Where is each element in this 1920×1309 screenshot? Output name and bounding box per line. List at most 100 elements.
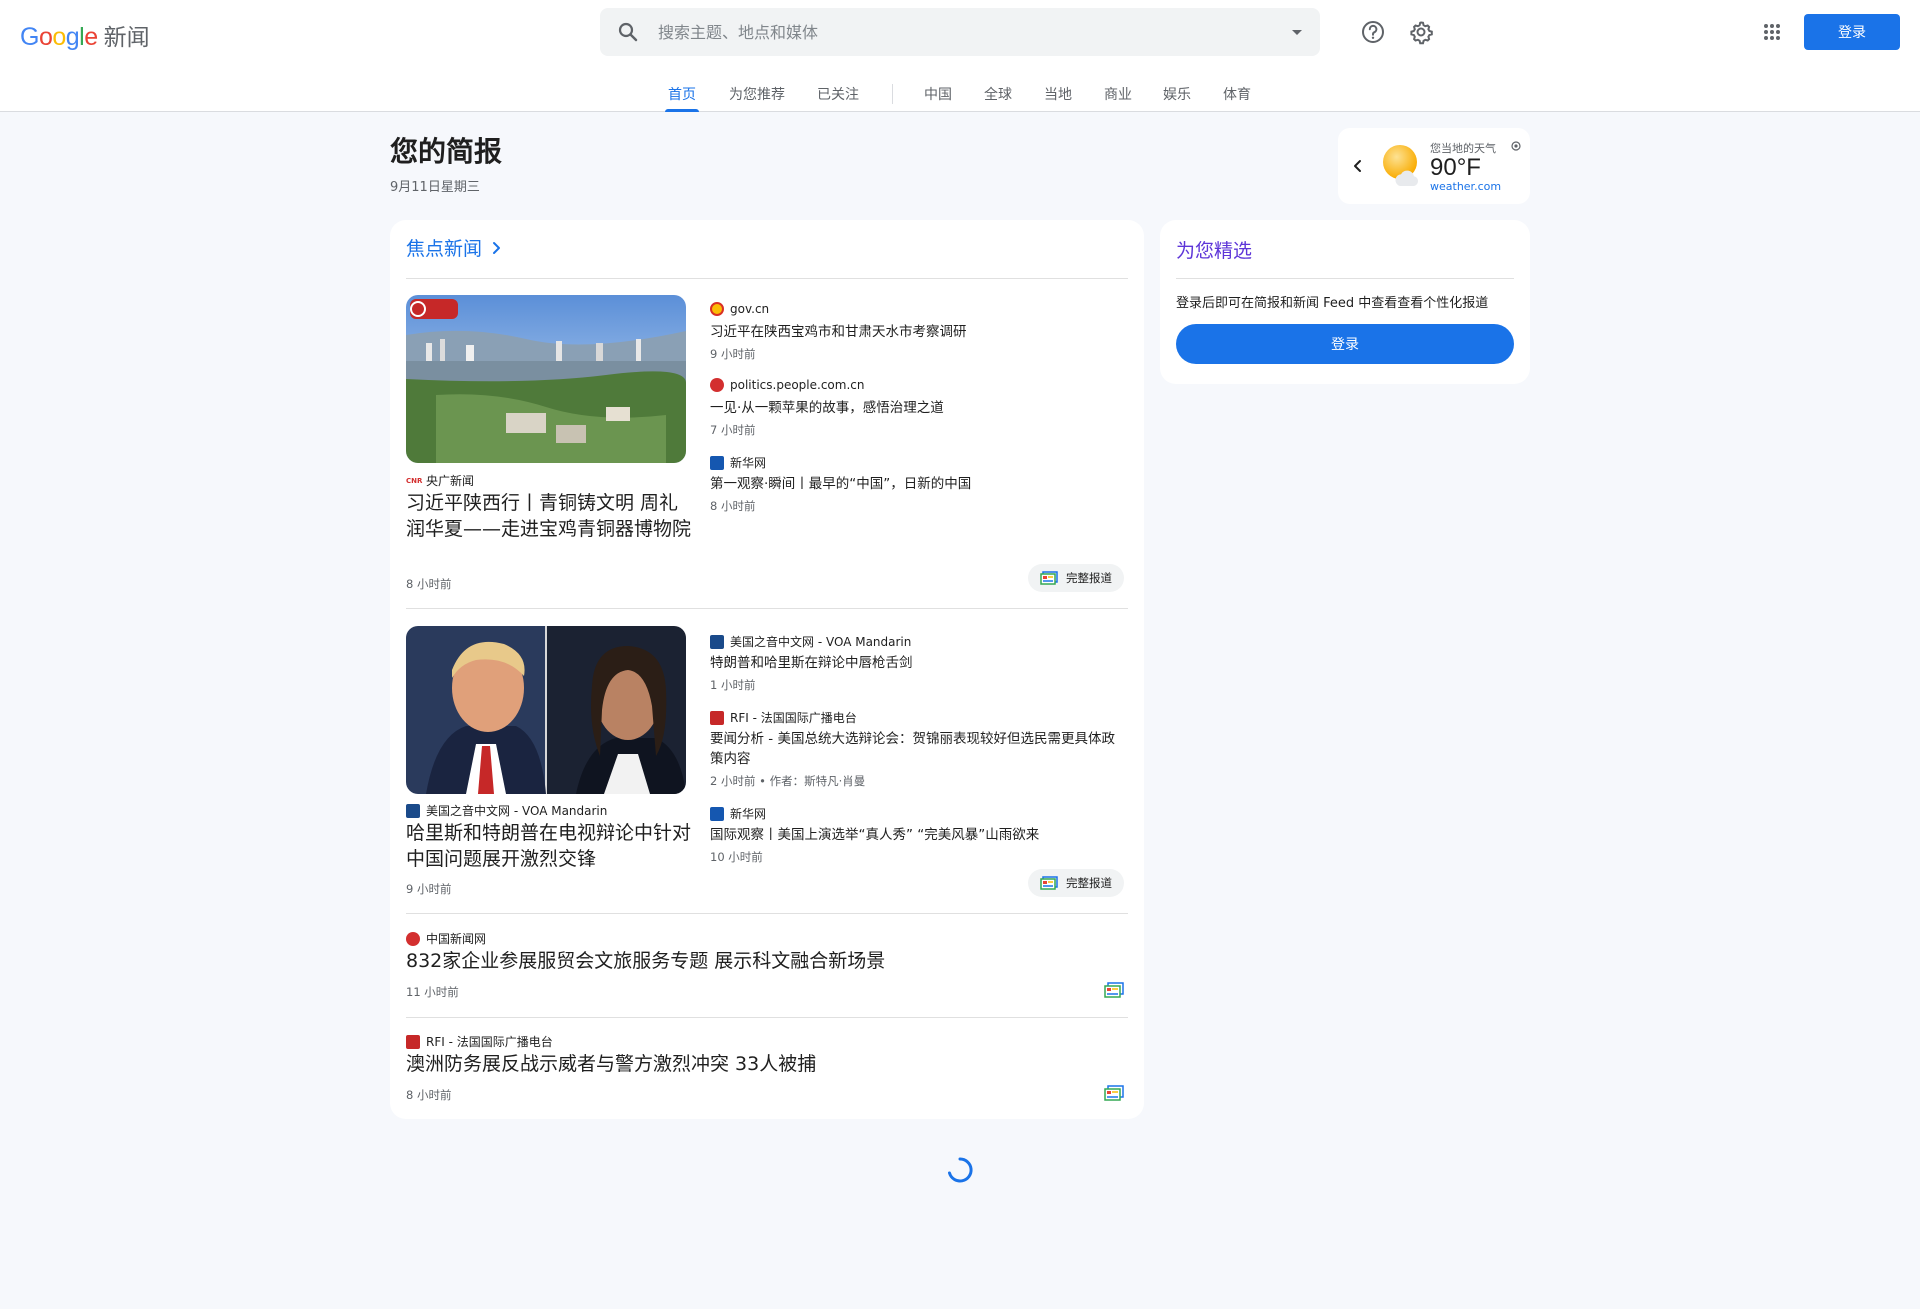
search-input[interactable] xyxy=(658,22,1258,42)
weather-temperature: 90°F xyxy=(1430,154,1481,181)
related-headline[interactable]: 习近平在陕西宝鸡市和甘肃天水市考察调研 xyxy=(710,322,1128,342)
story-headline[interactable]: 832家企业参展服贸会文旅服务专题 展示科文融合新场景 xyxy=(406,948,1086,974)
source-name: 美国之音中文网 - VOA Mandarin xyxy=(426,804,608,818)
chevron-left-icon[interactable] xyxy=(1350,156,1366,176)
settings-gear-icon[interactable] xyxy=(1407,18,1435,46)
related-headline[interactable]: 国际观察丨美国上演选举“真人秀” “完美风暴”山雨欲来 xyxy=(710,825,1128,845)
divider xyxy=(1176,278,1514,279)
tab-home[interactable]: 首页 xyxy=(665,84,699,112)
top-stories-card: 焦点新闻 CNR 央广新闻 习近平陕西行丨青铜铸文明 周礼润华夏——走进宝鸡青铜… xyxy=(390,220,1144,1119)
voa-logo-icon xyxy=(406,803,420,818)
picks-heading: 为您精选 xyxy=(1176,240,1253,262)
xinhua-logo-icon xyxy=(710,806,724,821)
story-time: 8 小时前 xyxy=(406,577,452,591)
rfi-logo-icon xyxy=(406,1034,420,1049)
search-dropdown-icon[interactable] xyxy=(1292,30,1302,35)
tab-following[interactable]: 已关注 xyxy=(817,84,859,112)
story-headline[interactable]: 澳洲防务展反战示威者与警方激烈冲突 33人被捕 xyxy=(406,1051,1086,1077)
tab-for-you[interactable]: 为您推荐 xyxy=(729,84,785,112)
chinanews-logo-icon xyxy=(406,931,420,946)
full-coverage-icon[interactable] xyxy=(1104,982,1124,998)
tab-local[interactable]: 当地 xyxy=(1044,84,1072,112)
location-icon xyxy=(1511,141,1521,151)
story-time: 11 小时前 xyxy=(406,985,459,999)
google-news-logo[interactable]: Google 新闻 xyxy=(20,18,150,51)
top-stories-heading[interactable]: 焦点新闻 xyxy=(406,234,504,261)
related-headline[interactable]: 特朗普和哈里斯在辩论中唇枪舌剑 xyxy=(710,653,1128,673)
related-source: gov.cn xyxy=(710,302,769,316)
rfi-logo-icon xyxy=(710,710,724,725)
story-source: 美国之音中文网 - VOA Mandarin xyxy=(406,802,607,819)
tab-china[interactable]: 中国 xyxy=(924,84,952,112)
chevron-right-icon xyxy=(493,241,501,254)
tab-entertainment[interactable]: 娱乐 xyxy=(1163,84,1191,112)
related-source: 新华网 xyxy=(710,454,766,471)
picks-for-you-card: 为您精选 登录后即可在简报和新闻 Feed 中查看查看个性化报道 登录 xyxy=(1160,220,1530,384)
logo-news-text: 新闻 xyxy=(103,24,150,50)
tab-divider xyxy=(892,84,893,104)
voa-logo-icon xyxy=(710,634,724,649)
full-coverage-button[interactable]: 完整报道 xyxy=(1028,564,1124,592)
sunny-weather-icon xyxy=(1383,145,1419,186)
top-bar: Google 新闻 登录 首页 为您推荐 已关注 中国 全球 当地 商业 娱乐 … xyxy=(0,0,1920,112)
story-headline[interactable]: 习近平陕西行丨青铜铸文明 周礼润华夏——走进宝鸡青铜器博物院 xyxy=(406,490,692,542)
source-name: gov.cn xyxy=(730,302,770,316)
search-bar[interactable] xyxy=(600,8,1320,56)
source-name: 美国之音中文网 - VOA Mandarin xyxy=(730,635,912,649)
related-source: 美国之音中文网 - VOA Mandarin xyxy=(710,633,911,650)
xinhua-logo-icon xyxy=(710,455,724,470)
related-headline[interactable]: 一见·从一颗苹果的故事，感悟治理之道 xyxy=(710,398,1128,418)
source-name: RFI - 法国国际广播电台 xyxy=(730,711,857,725)
divider xyxy=(406,278,1128,279)
story-source: CNR 央广新闻 xyxy=(406,472,474,489)
story-headline[interactable]: 哈里斯和特朗普在电视辩论中针对中国问题展开激烈交锋 xyxy=(406,820,692,872)
divider xyxy=(406,608,1128,609)
help-icon[interactable] xyxy=(1359,18,1387,46)
full-coverage-label: 完整报道 xyxy=(1066,876,1112,890)
story-source: RFI - 法国国际广播电台 xyxy=(406,1033,553,1050)
tab-sports[interactable]: 体育 xyxy=(1223,84,1251,112)
related-source: politics.people.com.cn xyxy=(710,378,864,392)
briefing-title: 您的简报 xyxy=(390,135,503,168)
loading-spinner-icon xyxy=(948,1157,973,1183)
briefing-date: 9月11日星期三 xyxy=(390,180,480,195)
full-coverage-icon xyxy=(1040,571,1058,585)
related-time: 10 小时前 xyxy=(710,850,763,864)
full-coverage-icon xyxy=(1040,876,1058,890)
source-name: politics.people.com.cn xyxy=(730,378,865,392)
divider xyxy=(406,913,1128,914)
related-time: 1 小时前 xyxy=(710,678,756,692)
story-thumbnail-debate[interactable] xyxy=(406,626,686,794)
weather-source-link[interactable]: weather.com xyxy=(1430,180,1501,193)
people-daily-logo-icon xyxy=(710,378,724,392)
tab-business[interactable]: 商业 xyxy=(1104,84,1132,112)
related-source: RFI - 法国国际广播电台 xyxy=(710,709,857,726)
sign-in-button[interactable]: 登录 xyxy=(1804,14,1900,50)
tab-world[interactable]: 全球 xyxy=(984,84,1012,112)
full-coverage-label: 完整报道 xyxy=(1066,571,1112,585)
source-name: 央广新闻 xyxy=(426,474,475,488)
cnr-logo-icon: CNR xyxy=(406,473,422,488)
story-thumbnail-aerial-city[interactable] xyxy=(406,295,686,463)
source-name: 新华网 xyxy=(730,456,767,470)
full-coverage-button[interactable]: 完整报道 xyxy=(1028,869,1124,897)
related-time: 8 小时前 xyxy=(710,499,756,513)
logo-google-text: Google xyxy=(20,23,98,51)
source-name: 中国新闻网 xyxy=(426,932,487,946)
story-time: 9 小时前 xyxy=(406,882,452,896)
top-stories-heading-text: 焦点新闻 xyxy=(406,238,483,260)
apps-grid-icon[interactable] xyxy=(1758,18,1786,46)
picks-description: 登录后即可在简报和新闻 Feed 中查看查看个性化报道 xyxy=(1176,296,1489,311)
related-headline[interactable]: 要闻分析 - 美国总统大选辩论会：贺锦丽表现较好但选民需更具体政策内容 xyxy=(710,729,1128,769)
story-time: 8 小时前 xyxy=(406,1088,452,1102)
search-icon[interactable] xyxy=(616,20,640,44)
related-time: 2 小时前 • 作者：斯特凡·肖曼 xyxy=(710,774,866,788)
divider xyxy=(406,1017,1128,1018)
related-time: 7 小时前 xyxy=(710,423,756,437)
full-coverage-icon[interactable] xyxy=(1104,1085,1124,1101)
related-headline[interactable]: 第一观察·瞬间丨最早的“中国”，日新的中国 xyxy=(710,474,1128,494)
weather-widget[interactable]: 您当地的天气 90°F weather.com xyxy=(1338,128,1530,204)
picks-sign-in-button[interactable]: 登录 xyxy=(1176,324,1514,364)
section-tabs: 首页 为您推荐 已关注 中国 全球 当地 商业 娱乐 体育 xyxy=(0,78,1920,112)
story-source: 中国新闻网 xyxy=(406,930,486,947)
